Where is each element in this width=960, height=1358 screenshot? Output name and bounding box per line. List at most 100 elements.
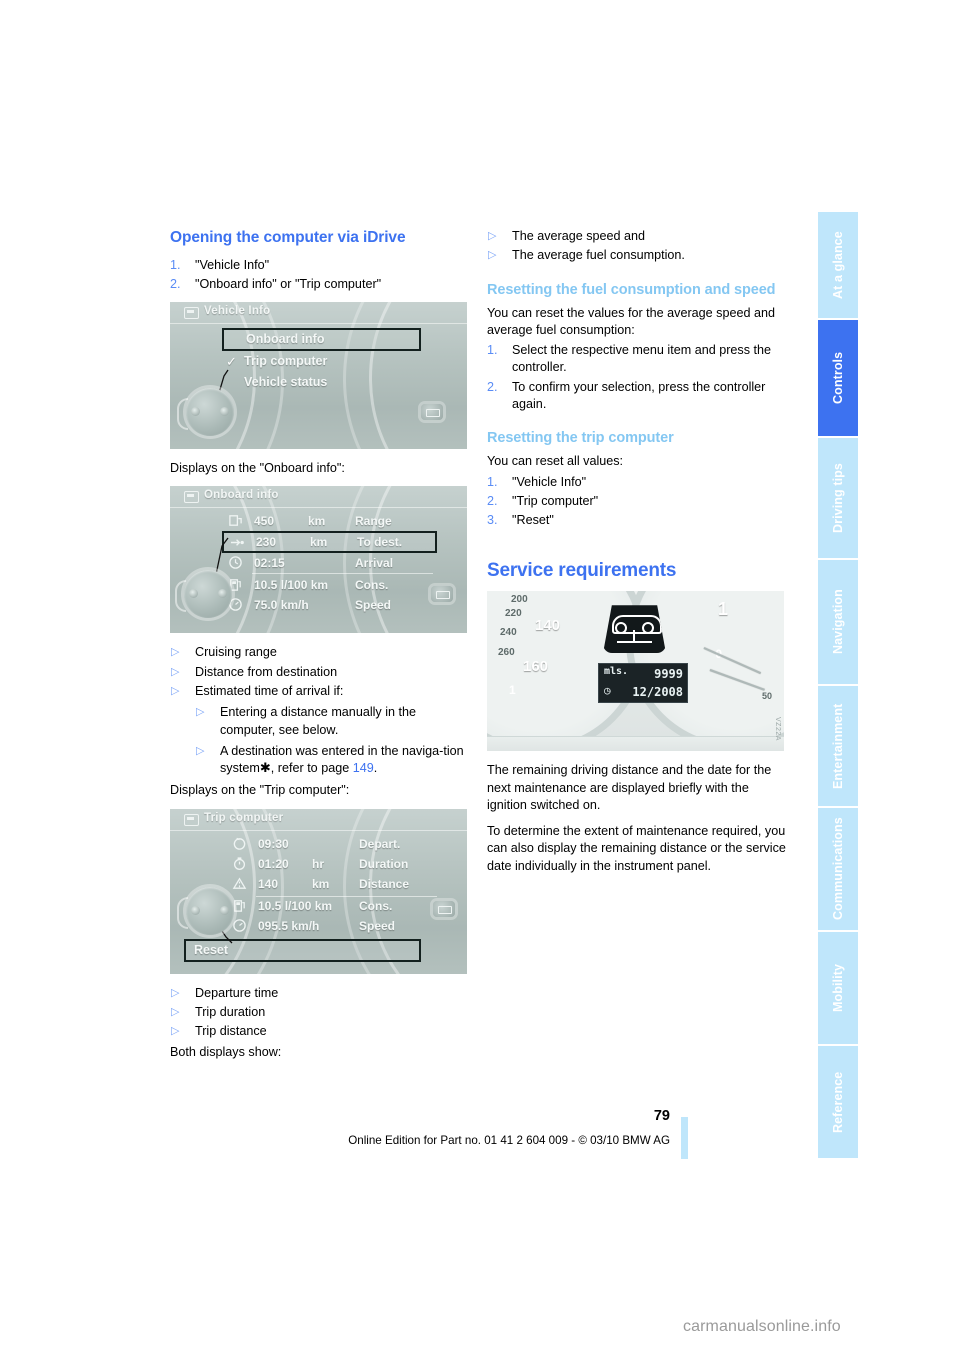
rpm-mark: 50 <box>761 691 772 702</box>
step-text: Select the respective menu item and pres… <box>512 343 772 375</box>
tab-label: Navigation <box>831 589 845 655</box>
idrive-screen: Onboard info 450 km Range 230 km To dest… <box>170 486 467 634</box>
step-number: 1. <box>170 257 181 272</box>
knob-nub-right <box>220 407 229 417</box>
step-text: "Vehicle Info" <box>195 257 270 272</box>
idrive-controller-knob[interactable] <box>177 886 234 935</box>
step-text: "Reset" <box>512 513 554 528</box>
step-number: 2. <box>487 493 498 508</box>
both-displays-bullets: ▷ The average speed and ▷ The average fu… <box>487 228 789 265</box>
list-item: 2. "Trip computer" <box>487 493 789 510</box>
step-text: "Vehicle Info" <box>512 474 587 489</box>
triangle-bullet-icon: ▷ <box>171 986 180 999</box>
chapter-tabs: At a glance Controls Driving tips Naviga… <box>818 212 858 1160</box>
list-item: ▷ Estimated time of arrival if: <box>170 683 472 700</box>
sidebar-item-driving-tips[interactable]: Driving tips <box>818 438 858 558</box>
heading-service-requirements: Service requirements <box>487 559 677 581</box>
step-text: To confirm your selection, press the con… <box>512 379 766 412</box>
list-item: ▷ Distance from destination <box>170 664 472 681</box>
step-text: "Trip computer" <box>512 493 599 508</box>
idrive-controller-knob[interactable] <box>177 388 234 437</box>
heading-resetting-trip-computer: Resetting the trip computer <box>487 430 674 447</box>
triangle-bullet-icon: ▷ <box>196 706 205 719</box>
bullet-text: Cruising range <box>195 645 277 660</box>
sidebar-item-entertainment[interactable]: Entertainment <box>818 686 858 806</box>
service-paragraph-1: The remaining driving distance and the d… <box>487 763 772 812</box>
list-item: 1. "Vehicle Info" <box>170 257 472 274</box>
bullet-text: Trip distance <box>195 1024 267 1039</box>
tab-label: Entertainment <box>831 703 845 789</box>
caption-onboard-info: Displays on the "Onboard info": <box>170 461 345 476</box>
gear-indicator: 1 <box>717 599 728 620</box>
cluster-bottom-trim <box>487 736 784 752</box>
menu-button[interactable] <box>431 586 453 603</box>
onboard-info-bullets: ▷ Cruising range ▷ Distance from destina… <box>170 644 472 700</box>
triangle-bullet-icon: ▷ <box>171 685 180 697</box>
triangle-bullet-icon: ▷ <box>171 665 180 678</box>
list-item: 1. Select the respective menu item and p… <box>487 342 789 377</box>
bullet-text-nav: A destination was entered in the naviga-… <box>220 743 464 776</box>
tab-label: Driving tips <box>831 463 845 533</box>
triangle-bullet-icon: ▷ <box>196 744 205 757</box>
sidebar-item-controls[interactable]: Controls <box>818 320 858 436</box>
service-vehicle-lift-icon <box>603 605 666 654</box>
reset-fuel-steps: 1. Select the respective menu item and p… <box>487 342 789 413</box>
sidebar-item-mobility[interactable]: Mobility <box>818 932 858 1044</box>
knob-nub-left <box>191 905 200 915</box>
triangle-bullet-icon: ▷ <box>488 230 497 242</box>
open-computer-steps: 1. "Vehicle Info" 2. "Onboard info" or "… <box>170 257 472 294</box>
list-item: ▷ The average fuel consumption. <box>487 247 789 264</box>
site-watermark: carmanualsonline.info <box>683 1318 841 1335</box>
list-item: ▷ Departure time <box>170 985 472 1002</box>
step-number: 1. <box>487 343 498 358</box>
right-column: ▷ The average speed and ▷ The average fu… <box>487 228 789 878</box>
caption-both-displays: Both displays show: <box>170 1044 282 1059</box>
scale-label: 200 <box>511 594 528 606</box>
list-item: 2. To confirm your selection, press the … <box>487 379 789 414</box>
step-number: 2. <box>487 379 498 394</box>
list-item: ▷ Trip duration <box>170 1004 472 1021</box>
menu-button[interactable] <box>433 900 455 917</box>
tab-label: Mobility <box>831 963 845 1013</box>
triangle-bullet-icon: ▷ <box>488 249 497 262</box>
page-reference-link[interactable]: 149 <box>353 761 374 775</box>
figure-trip-computer: Trip computer 09:30 Depart. 01:20 hr Dur… <box>170 808 467 974</box>
sidebar-item-communications[interactable]: Communications <box>818 808 858 930</box>
bullet-text: The average speed and <box>512 229 646 243</box>
triangle-bullet-icon: ▷ <box>171 1025 180 1038</box>
sidebar-item-navigation[interactable]: Navigation <box>818 560 858 684</box>
sidebar-item-reference[interactable]: Reference <box>818 1046 858 1158</box>
list-item: ▷ Entering a distance manually in the co… <box>195 704 472 739</box>
bullet-text: Estimated time of arrival if: <box>195 684 344 698</box>
page-title: Opening the computer via iDrive <box>170 229 406 246</box>
option-asterisk: ✱ <box>259 760 271 776</box>
idrive-screen: Vehicle Info Onboard info ✓ Trip compute… <box>170 302 467 450</box>
figure-code: VZ22A <box>774 717 781 742</box>
reset-trip-intro: You can reset all values: <box>487 454 624 469</box>
bullet-text: The average fuel consumption. <box>512 248 685 263</box>
tab-label: Reference <box>831 1071 845 1133</box>
scale-label-major: 160 <box>523 658 549 676</box>
lcd-remaining-distance: 9999 <box>654 667 683 682</box>
left-column: Opening the computer via iDrive 1. "Vehi… <box>170 228 472 1064</box>
idrive-screen: Trip computer 09:30 Depart. 01:20 hr Dur… <box>170 808 467 974</box>
figure-onboard-info: Onboard info 450 km Range 230 km To dest… <box>170 486 467 634</box>
reset-trip-steps: 1. "Vehicle Info" 2. "Trip computer" 3. … <box>487 474 789 530</box>
list-item: ▷ Cruising range <box>170 644 472 661</box>
onboard-info-subbullets: ▷ Entering a distance manually in the co… <box>195 704 472 777</box>
bullet-text: Departure time <box>195 985 279 1000</box>
bullet-text: Trip duration <box>195 1005 266 1020</box>
list-item: 3. "Reset" <box>487 512 789 529</box>
scale-label-small: 1 <box>509 683 516 698</box>
page-number: 79 <box>653 1108 670 1124</box>
sidebar-item-at-a-glance[interactable]: At a glance <box>818 212 858 318</box>
step-number: 3. <box>487 513 498 528</box>
manual-page: Opening the computer via iDrive 1. "Vehi… <box>0 0 960 1358</box>
menu-button[interactable] <box>421 404 443 421</box>
knob-ring <box>175 580 186 613</box>
knob-ring <box>177 398 188 431</box>
tab-label: Communications <box>831 817 845 921</box>
knob-nub-right <box>218 589 227 599</box>
subbullet-mid: , refer to page <box>270 761 353 776</box>
service-paragraph-2: To determine the extent of maintenance r… <box>487 824 786 873</box>
